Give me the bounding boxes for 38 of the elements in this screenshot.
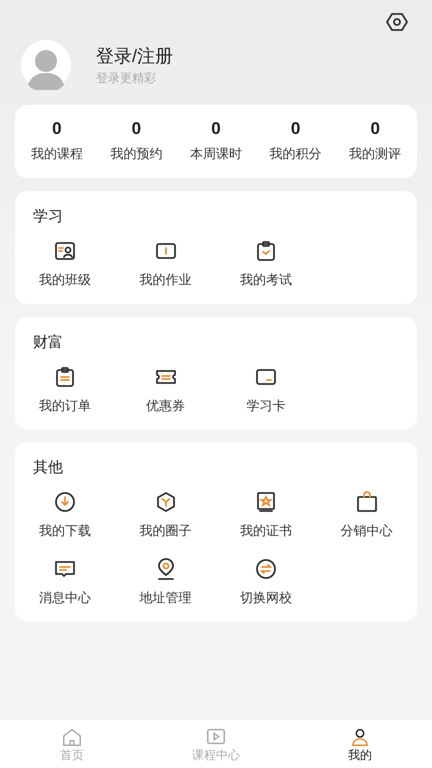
settings-icon [385, 10, 409, 34]
login-link[interactable]: 登录/注册 [96, 44, 174, 68]
menu-item[interactable]: 优惠券 [116, 364, 216, 415]
stat-value: 0 [132, 119, 142, 140]
stat-label[interactable]: 本周课时 [190, 144, 242, 164]
stat-value: 0 [370, 119, 380, 140]
menu-item[interactable]: 地址管理 [116, 556, 216, 607]
stat-value: 0 [290, 119, 300, 140]
id-card-icon [53, 239, 77, 263]
download-icon [53, 490, 77, 514]
tab[interactable]: 我的 [288, 720, 432, 768]
menu-item[interactable]: 我的考试 [216, 239, 316, 290]
menu-item[interactable]: 我的下载 [15, 490, 115, 540]
menu-item[interactable]: 我的班级 [15, 239, 115, 290]
stat-value: 0 [211, 119, 221, 140]
clipboard-icon [53, 364, 77, 388]
menu-item[interactable]: 消息中心 [15, 556, 115, 607]
menu-item[interactable]: 切换网校 [216, 556, 316, 607]
menu-item[interactable]: 我的圈子 [116, 490, 216, 540]
menu-item[interactable]: 我的订单 [15, 364, 115, 415]
section-title: 学习 [32, 207, 64, 227]
stat-label[interactable]: 我的积分 [270, 144, 322, 164]
bag-icon [354, 490, 378, 514]
stat-label[interactable]: 我的测评 [349, 144, 402, 164]
menu-item[interactable]: 学习卡 [216, 364, 316, 415]
clipboard-check-icon [254, 239, 278, 263]
login-subtitle: 登录更精彩 [96, 70, 157, 86]
menu-item[interactable]: 分销中心 [316, 490, 416, 540]
section-title: 财富 [32, 332, 64, 352]
menu-item[interactable]: 我的作业 [116, 239, 216, 290]
stat-value: 0 [52, 119, 62, 140]
section-title: 其他 [32, 458, 64, 478]
menu-item[interactable]: 我的证书 [216, 490, 316, 540]
swap-icon [254, 556, 278, 580]
stat-label[interactable]: 我的预约 [110, 144, 162, 164]
home-icon [60, 726, 84, 748]
certificate-icon [254, 490, 278, 514]
stat-label[interactable]: 我的课程 [30, 144, 83, 164]
